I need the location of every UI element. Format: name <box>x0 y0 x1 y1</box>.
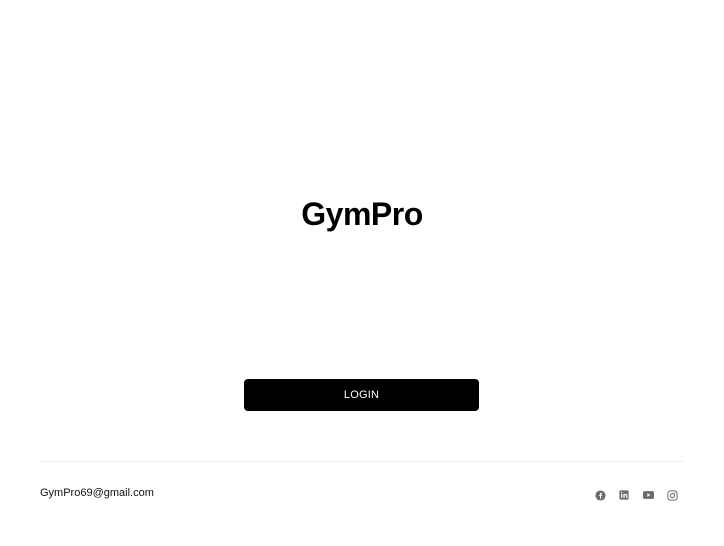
linkedin-icon[interactable] <box>618 489 630 501</box>
facebook-icon[interactable] <box>594 489 606 501</box>
landing-page: GymPro LOGIN GymPro69@gmail.com <box>0 0 724 546</box>
social-links <box>594 489 678 501</box>
login-button[interactable]: LOGIN <box>244 379 479 411</box>
youtube-icon[interactable] <box>642 489 654 501</box>
instagram-icon[interactable] <box>666 489 678 501</box>
app-title: GymPro <box>301 196 423 232</box>
footer-divider <box>40 461 683 462</box>
contact-email: GymPro69@gmail.com <box>40 487 154 499</box>
